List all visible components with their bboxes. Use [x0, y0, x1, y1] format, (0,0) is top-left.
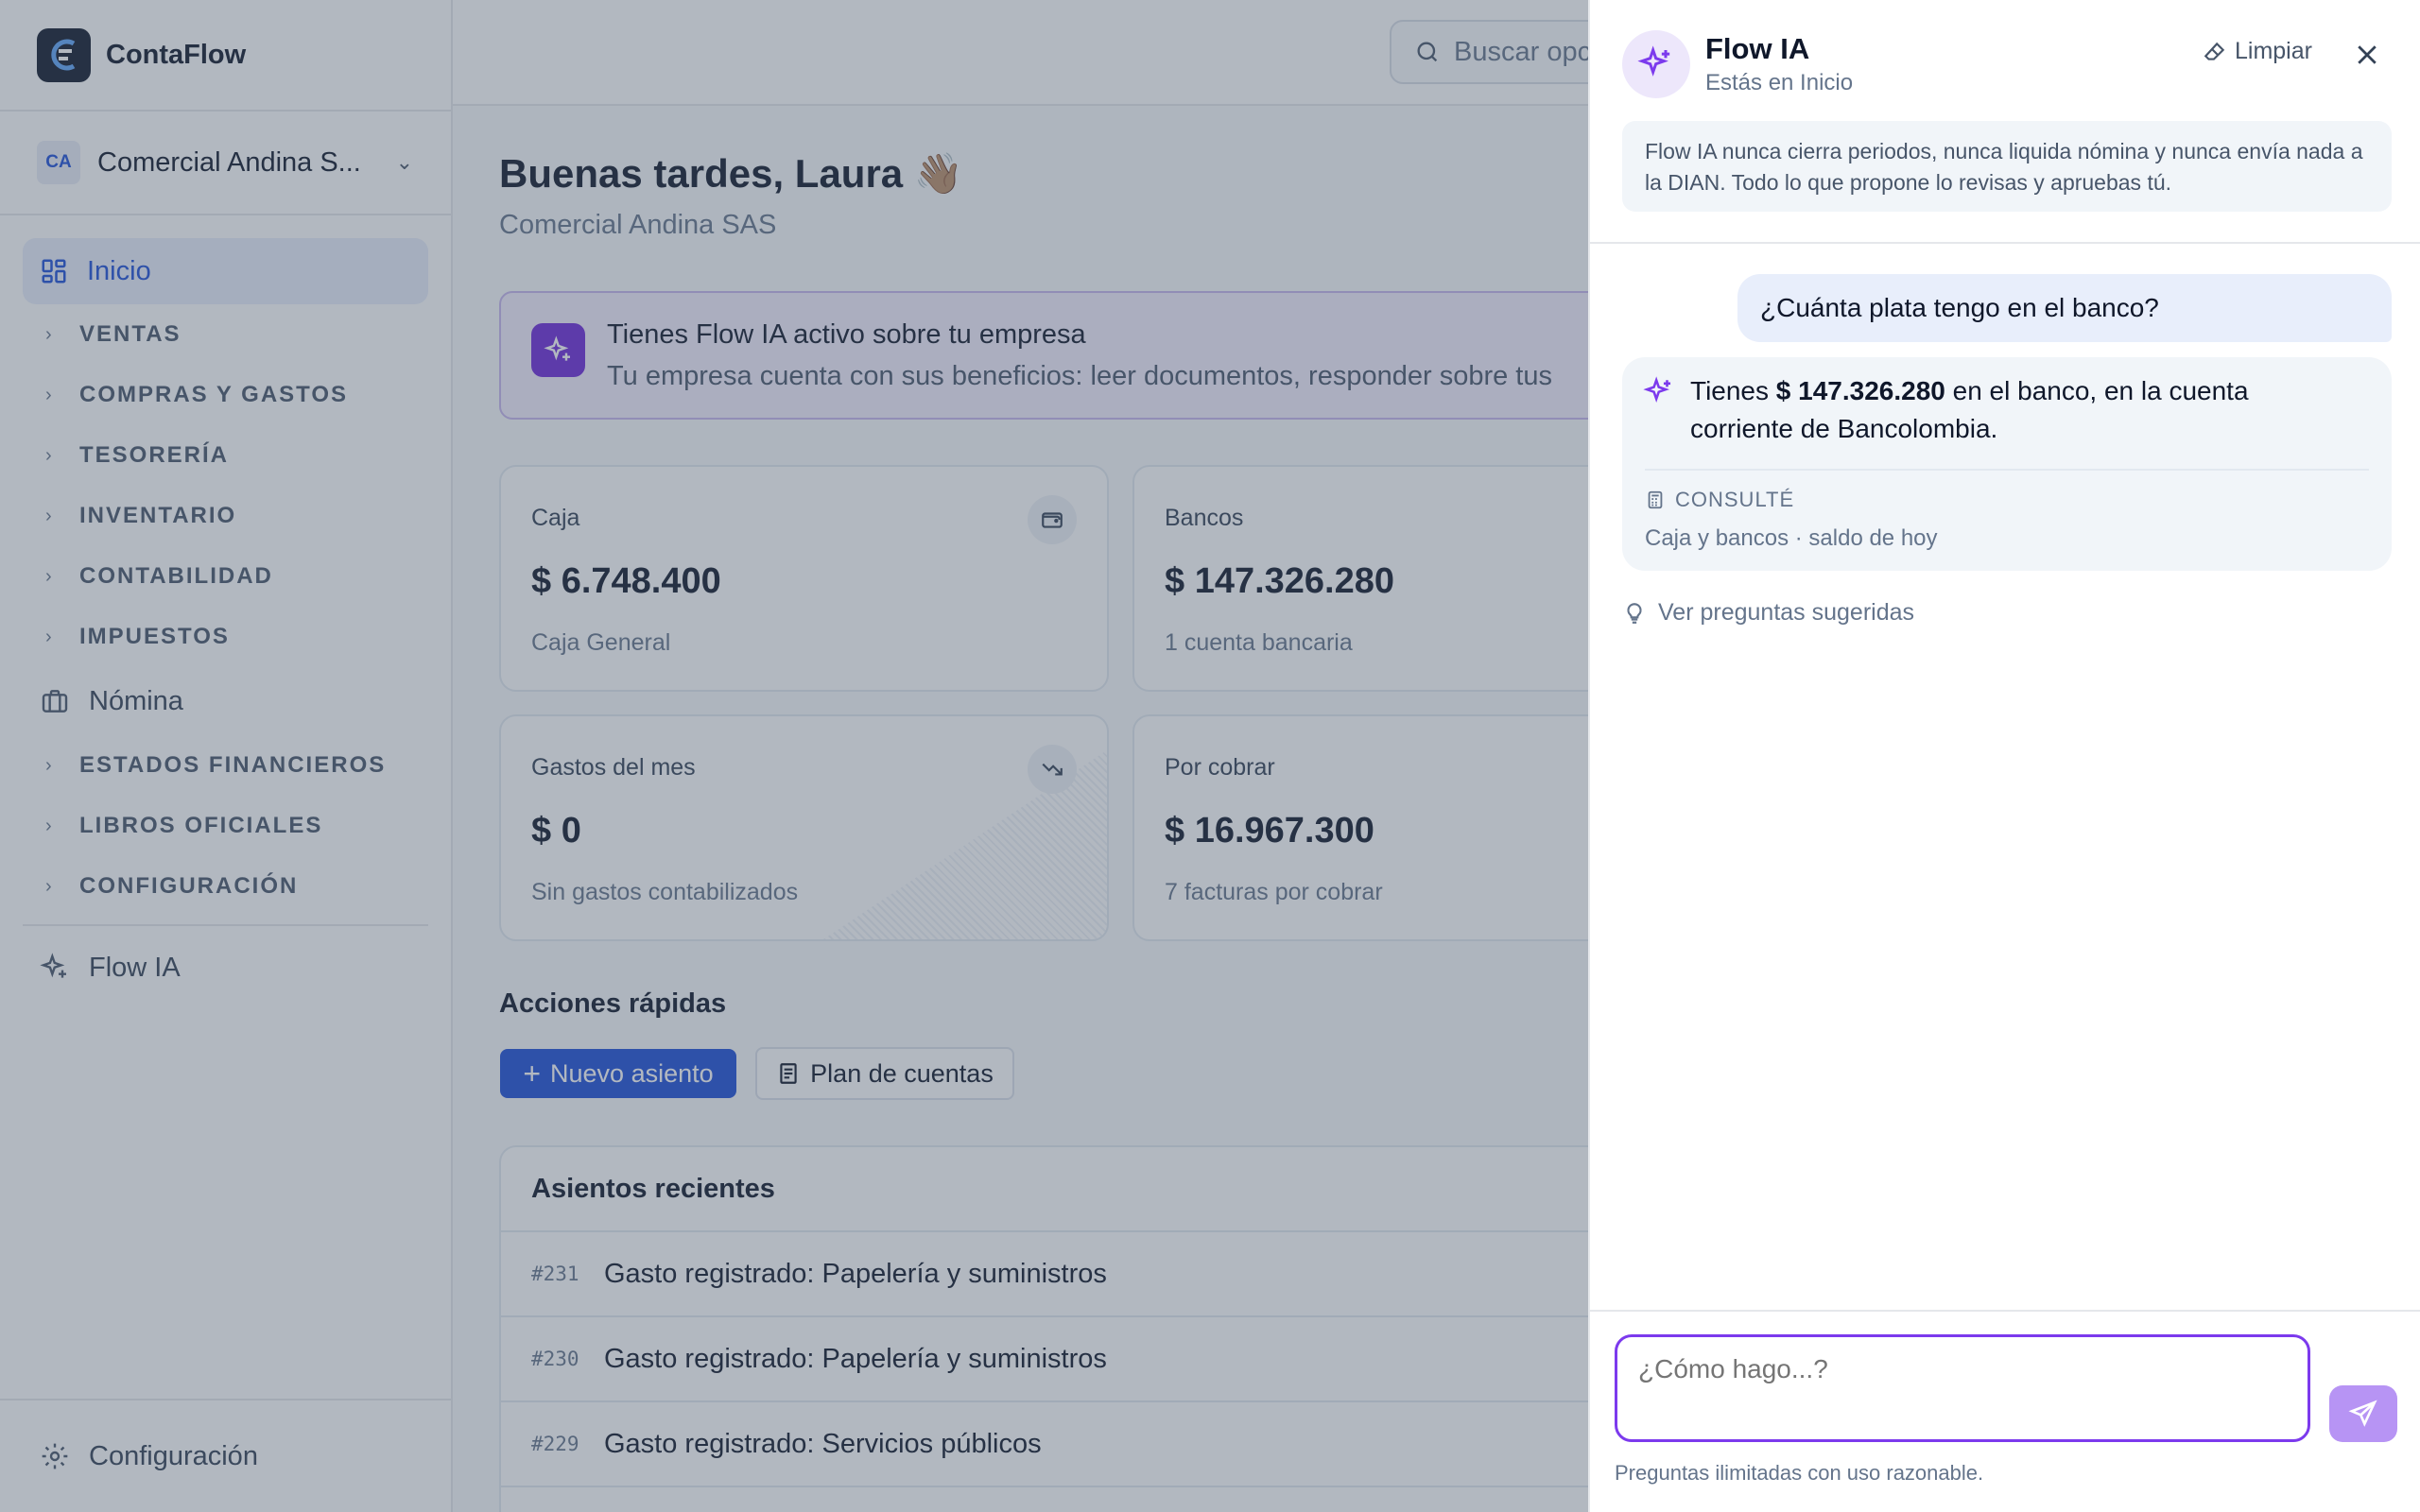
suggested-questions-link[interactable]: Ver preguntas sugeridas	[1622, 599, 1914, 627]
sparkles-icon	[1643, 376, 1671, 403]
assistant-message: Tienes $ 147.326.280 en el banco, en la …	[1622, 357, 2392, 571]
chat-input[interactable]	[1615, 1334, 2310, 1442]
source-text: Caja y bancos · saldo de hoy	[1645, 525, 1938, 551]
divider	[1590, 242, 2420, 244]
user-message: ¿Cuánta plata tengo en el banco?	[1737, 274, 2392, 342]
assistant-title: Flow IA	[1705, 32, 1810, 65]
divider	[1645, 469, 2369, 471]
assistant-panel: Flow IA Estás en Inicio Limpiar Flow IA …	[1588, 0, 2420, 1512]
lightbulb-icon	[1627, 602, 1642, 624]
usage-footnote: Preguntas ilimitadas con uso razonable.	[1615, 1461, 1984, 1485]
source-heading: CONSULTÉ	[1645, 488, 1794, 512]
reply-text: Tienes	[1690, 376, 1776, 405]
assistant-context: Estás en Inicio	[1705, 70, 1854, 95]
assistant-reply: Tienes $ 147.326.280 en el banco, en la …	[1690, 372, 2352, 448]
send-button[interactable]	[2329, 1385, 2397, 1442]
calculator-icon	[1648, 490, 1663, 509]
eraser-icon	[2204, 42, 2225, 60]
clear-button[interactable]: Limpiar	[2203, 38, 2312, 65]
link-label: Ver preguntas sugeridas	[1658, 599, 1915, 626]
modal-backdrop[interactable]	[0, 0, 1588, 1512]
close-icon	[2358, 45, 2377, 64]
sparkles-icon	[1622, 30, 1690, 98]
reply-amount: $ 147.326.280	[1775, 376, 1945, 405]
button-label: Limpiar	[2235, 38, 2312, 64]
close-button[interactable]	[2350, 38, 2384, 72]
assistant-notice: Flow IA nunca cierra periodos, nunca liq…	[1622, 121, 2392, 212]
send-icon	[2348, 1400, 2377, 1427]
divider	[1590, 1310, 2420, 1312]
source-heading-label: CONSULTÉ	[1675, 488, 1795, 511]
